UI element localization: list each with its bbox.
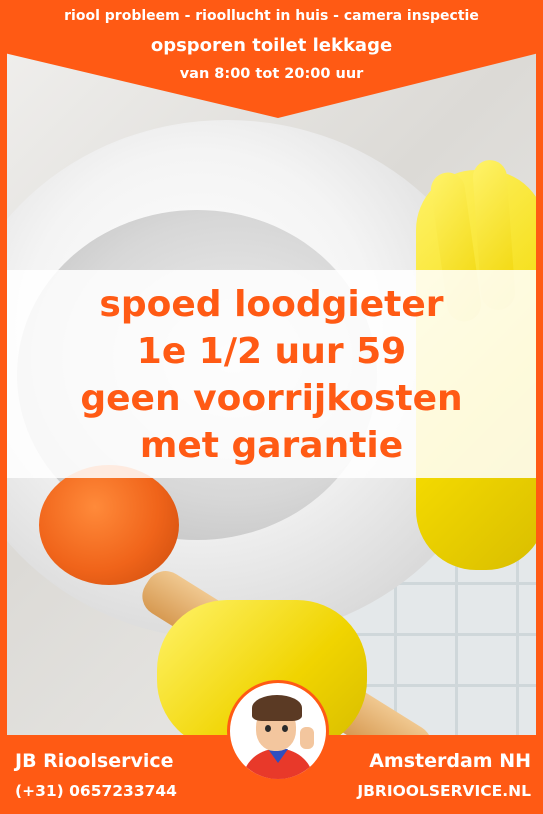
website-link[interactable]: JBRIOOLSERVICE.NL [357, 782, 531, 800]
headline-line-4: met garantie [139, 425, 404, 466]
plunger-cup [39, 465, 179, 585]
headline-line-3: geen voorrijkosten [80, 378, 463, 419]
avatar-hair [252, 695, 302, 721]
opening-hours: van 8:00 tot 20:00 uur [179, 66, 364, 82]
avatar-eye [282, 725, 288, 732]
company-name: JB Rioolservice [15, 750, 174, 772]
thumbs-up-icon [300, 727, 314, 749]
avatar-eye [265, 725, 271, 732]
headline-line-1: spoed loodgieter [99, 284, 444, 325]
phone-number[interactable]: (+31) 0657233744 [15, 782, 177, 800]
services-line: riool probleem - rioollucht in huis - ca… [64, 8, 479, 24]
city-label: Amsterdam NH [369, 750, 531, 772]
plumber-avatar-icon [227, 680, 329, 782]
headline-line-2: 1e 1/2 uur 59 [136, 331, 407, 372]
service-highlight: opsporen toilet lekkage [150, 35, 393, 56]
